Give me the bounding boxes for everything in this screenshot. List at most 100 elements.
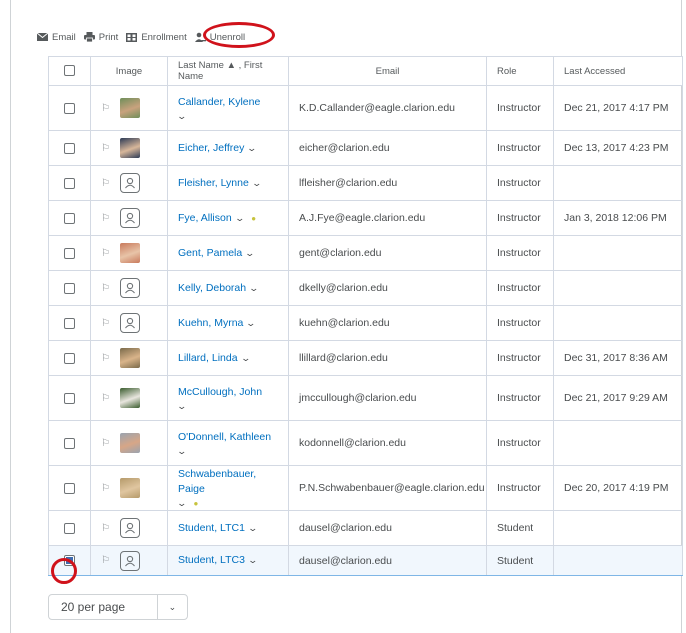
image-cell-content: ⚐	[101, 138, 157, 158]
per-page-select[interactable]: 20 per page ⌄	[48, 594, 188, 620]
role-cell: Instructor	[486, 305, 554, 341]
chevron-down-icon: ⌄	[156, 595, 187, 619]
chevron-down-icon[interactable]: ⌄	[176, 498, 187, 509]
flag-icon[interactable]: ⚐	[101, 213, 110, 224]
profile-photo[interactable]	[119, 348, 140, 368]
flag-icon[interactable]: ⚐	[101, 353, 110, 364]
flag-icon[interactable]: ⚐	[101, 103, 110, 114]
profile-photo[interactable]	[119, 388, 140, 408]
user-name-link[interactable]: Student, LTC1	[178, 522, 245, 534]
user-name-link[interactable]: Fleisher, Lynne	[178, 177, 249, 189]
user-name-link[interactable]: Lillard, Linda	[178, 352, 238, 364]
profile-placeholder-icon[interactable]	[119, 278, 140, 298]
enrollment-grid-icon	[126, 32, 138, 42]
image-cell-content: ⚐	[101, 208, 157, 228]
flag-icon[interactable]: ⚐	[101, 283, 110, 294]
chevron-down-icon[interactable]: ⌄	[245, 248, 256, 259]
row-checkbox[interactable]	[64, 102, 75, 114]
last-accessed-cell: Dec 21, 2017 4:17 PM	[553, 85, 683, 131]
flag-icon[interactable]: ⚐	[101, 143, 110, 154]
last-accessed-cell: Dec 21, 2017 9:29 AM	[553, 375, 683, 421]
image-cell-content: ⚐	[101, 173, 157, 193]
row-checkbox[interactable]	[64, 437, 75, 449]
image-cell: ⚐	[90, 465, 168, 511]
name-cell: Fleisher, Lynne ⌄	[167, 165, 289, 201]
profile-placeholder-icon[interactable]	[119, 173, 140, 193]
classlist-table: Image Last Name ▲ , First Name Email Rol…	[48, 56, 683, 576]
name-cell: Lillard, Linda ⌄	[167, 340, 289, 376]
row-checkbox[interactable]	[64, 352, 75, 364]
profile-photo[interactable]	[119, 98, 140, 118]
image-cell-content: ⚐	[101, 348, 157, 368]
user-name-link[interactable]: Eicher, Jeffrey	[178, 142, 244, 154]
row-checkbox[interactable]	[64, 522, 75, 534]
chevron-down-icon[interactable]: ⌄	[247, 555, 258, 566]
flag-icon[interactable]: ⚐	[101, 523, 110, 534]
row-checkbox[interactable]	[64, 317, 75, 329]
profile-photo[interactable]	[119, 243, 140, 263]
image-cell: ⚐	[90, 165, 168, 201]
image-cell: ⚐	[90, 375, 168, 421]
image-cell: ⚐	[90, 305, 168, 341]
chevron-down-icon[interactable]: ⌄	[247, 523, 258, 534]
flag-icon[interactable]: ⚐	[101, 393, 110, 404]
row-checkbox[interactable]	[64, 177, 75, 189]
chevron-down-icon[interactable]: ⌄	[176, 446, 187, 457]
table-row: ⚐ Student, LTC1 ⌄ dausel@clarion.edu Student	[48, 510, 683, 546]
chevron-down-icon[interactable]: ⌄	[249, 283, 260, 294]
print-button[interactable]: Print	[83, 32, 118, 43]
profile-placeholder-icon[interactable]	[119, 550, 140, 571]
email-cell: dkelly@clarion.edu	[288, 270, 487, 306]
flag-icon[interactable]: ⚐	[101, 555, 110, 566]
profile-photo[interactable]	[119, 478, 140, 498]
email-cell: gent@clarion.edu	[288, 235, 487, 271]
flag-icon[interactable]: ⚐	[101, 178, 110, 189]
row-checkbox[interactable]	[64, 247, 75, 259]
chevron-down-icon[interactable]: ⌄	[247, 143, 258, 154]
row-checkbox[interactable]	[64, 482, 75, 494]
select-all-checkbox[interactable]	[64, 65, 75, 77]
user-name-link[interactable]: Kelly, Deborah	[178, 282, 246, 294]
enrollment-button[interactable]: Enrollment	[126, 32, 187, 43]
profile-placeholder-icon[interactable]	[119, 313, 140, 333]
chevron-down-icon[interactable]: ⌄	[234, 213, 245, 224]
name-column-header[interactable]: Last Name ▲ , First Name	[167, 56, 289, 86]
name-cell: Schwabenbauer, Paige ⌄ ●	[167, 465, 289, 511]
profile-photo[interactable]	[119, 433, 140, 453]
chevron-down-icon[interactable]: ⌄	[251, 178, 262, 189]
user-name-link[interactable]: McCullough, John	[178, 386, 262, 398]
flag-icon[interactable]: ⚐	[101, 248, 110, 259]
chevron-down-icon[interactable]: ⌄	[176, 111, 187, 122]
profile-placeholder-icon[interactable]	[119, 208, 140, 228]
last-accessed-cell: Dec 31, 2017 8:36 AM	[553, 340, 683, 376]
flag-icon[interactable]: ⚐	[101, 318, 110, 329]
flag-icon[interactable]: ⚐	[101, 438, 110, 449]
last-accessed-column-header: Last Accessed	[553, 56, 683, 86]
user-name-link[interactable]: Callander, Kylene	[178, 96, 260, 108]
row-checkbox[interactable]	[64, 142, 75, 154]
email-button[interactable]: Email	[37, 32, 76, 43]
flag-icon[interactable]: ⚐	[101, 483, 110, 494]
user-name-link[interactable]: Fye, Allison	[178, 212, 232, 224]
chevron-down-icon[interactable]: ⌄	[240, 353, 251, 364]
last-accessed-cell	[553, 270, 683, 306]
row-checkbox[interactable]	[64, 392, 75, 404]
profile-placeholder-icon[interactable]	[119, 518, 140, 538]
chevron-down-icon[interactable]: ⌄	[246, 318, 257, 329]
table-row: ⚐ Lillard, Linda ⌄ llillard@clarion.edu Inst…	[48, 340, 683, 376]
row-select-cell	[48, 130, 91, 166]
user-name-link[interactable]: Gent, Pamela	[178, 247, 242, 259]
user-name-link[interactable]: Student, LTC3	[178, 554, 245, 566]
name-cell: Callander, Kylene ⌄	[167, 85, 289, 131]
image-cell-content: ⚐	[101, 388, 157, 408]
user-name-link[interactable]: O'Donnell, Kathleen	[178, 431, 271, 443]
image-cell: ⚐	[90, 200, 168, 236]
chevron-down-icon[interactable]: ⌄	[176, 401, 187, 412]
row-checkbox[interactable]	[64, 282, 75, 294]
row-checkbox[interactable]	[64, 212, 75, 224]
user-name-link[interactable]: Kuehn, Myrna	[178, 317, 243, 329]
profile-photo[interactable]	[119, 138, 140, 158]
last-accessed-cell	[553, 235, 683, 271]
printer-icon	[83, 32, 95, 42]
user-name-link[interactable]: Schwabenbauer, Paige	[178, 468, 256, 495]
